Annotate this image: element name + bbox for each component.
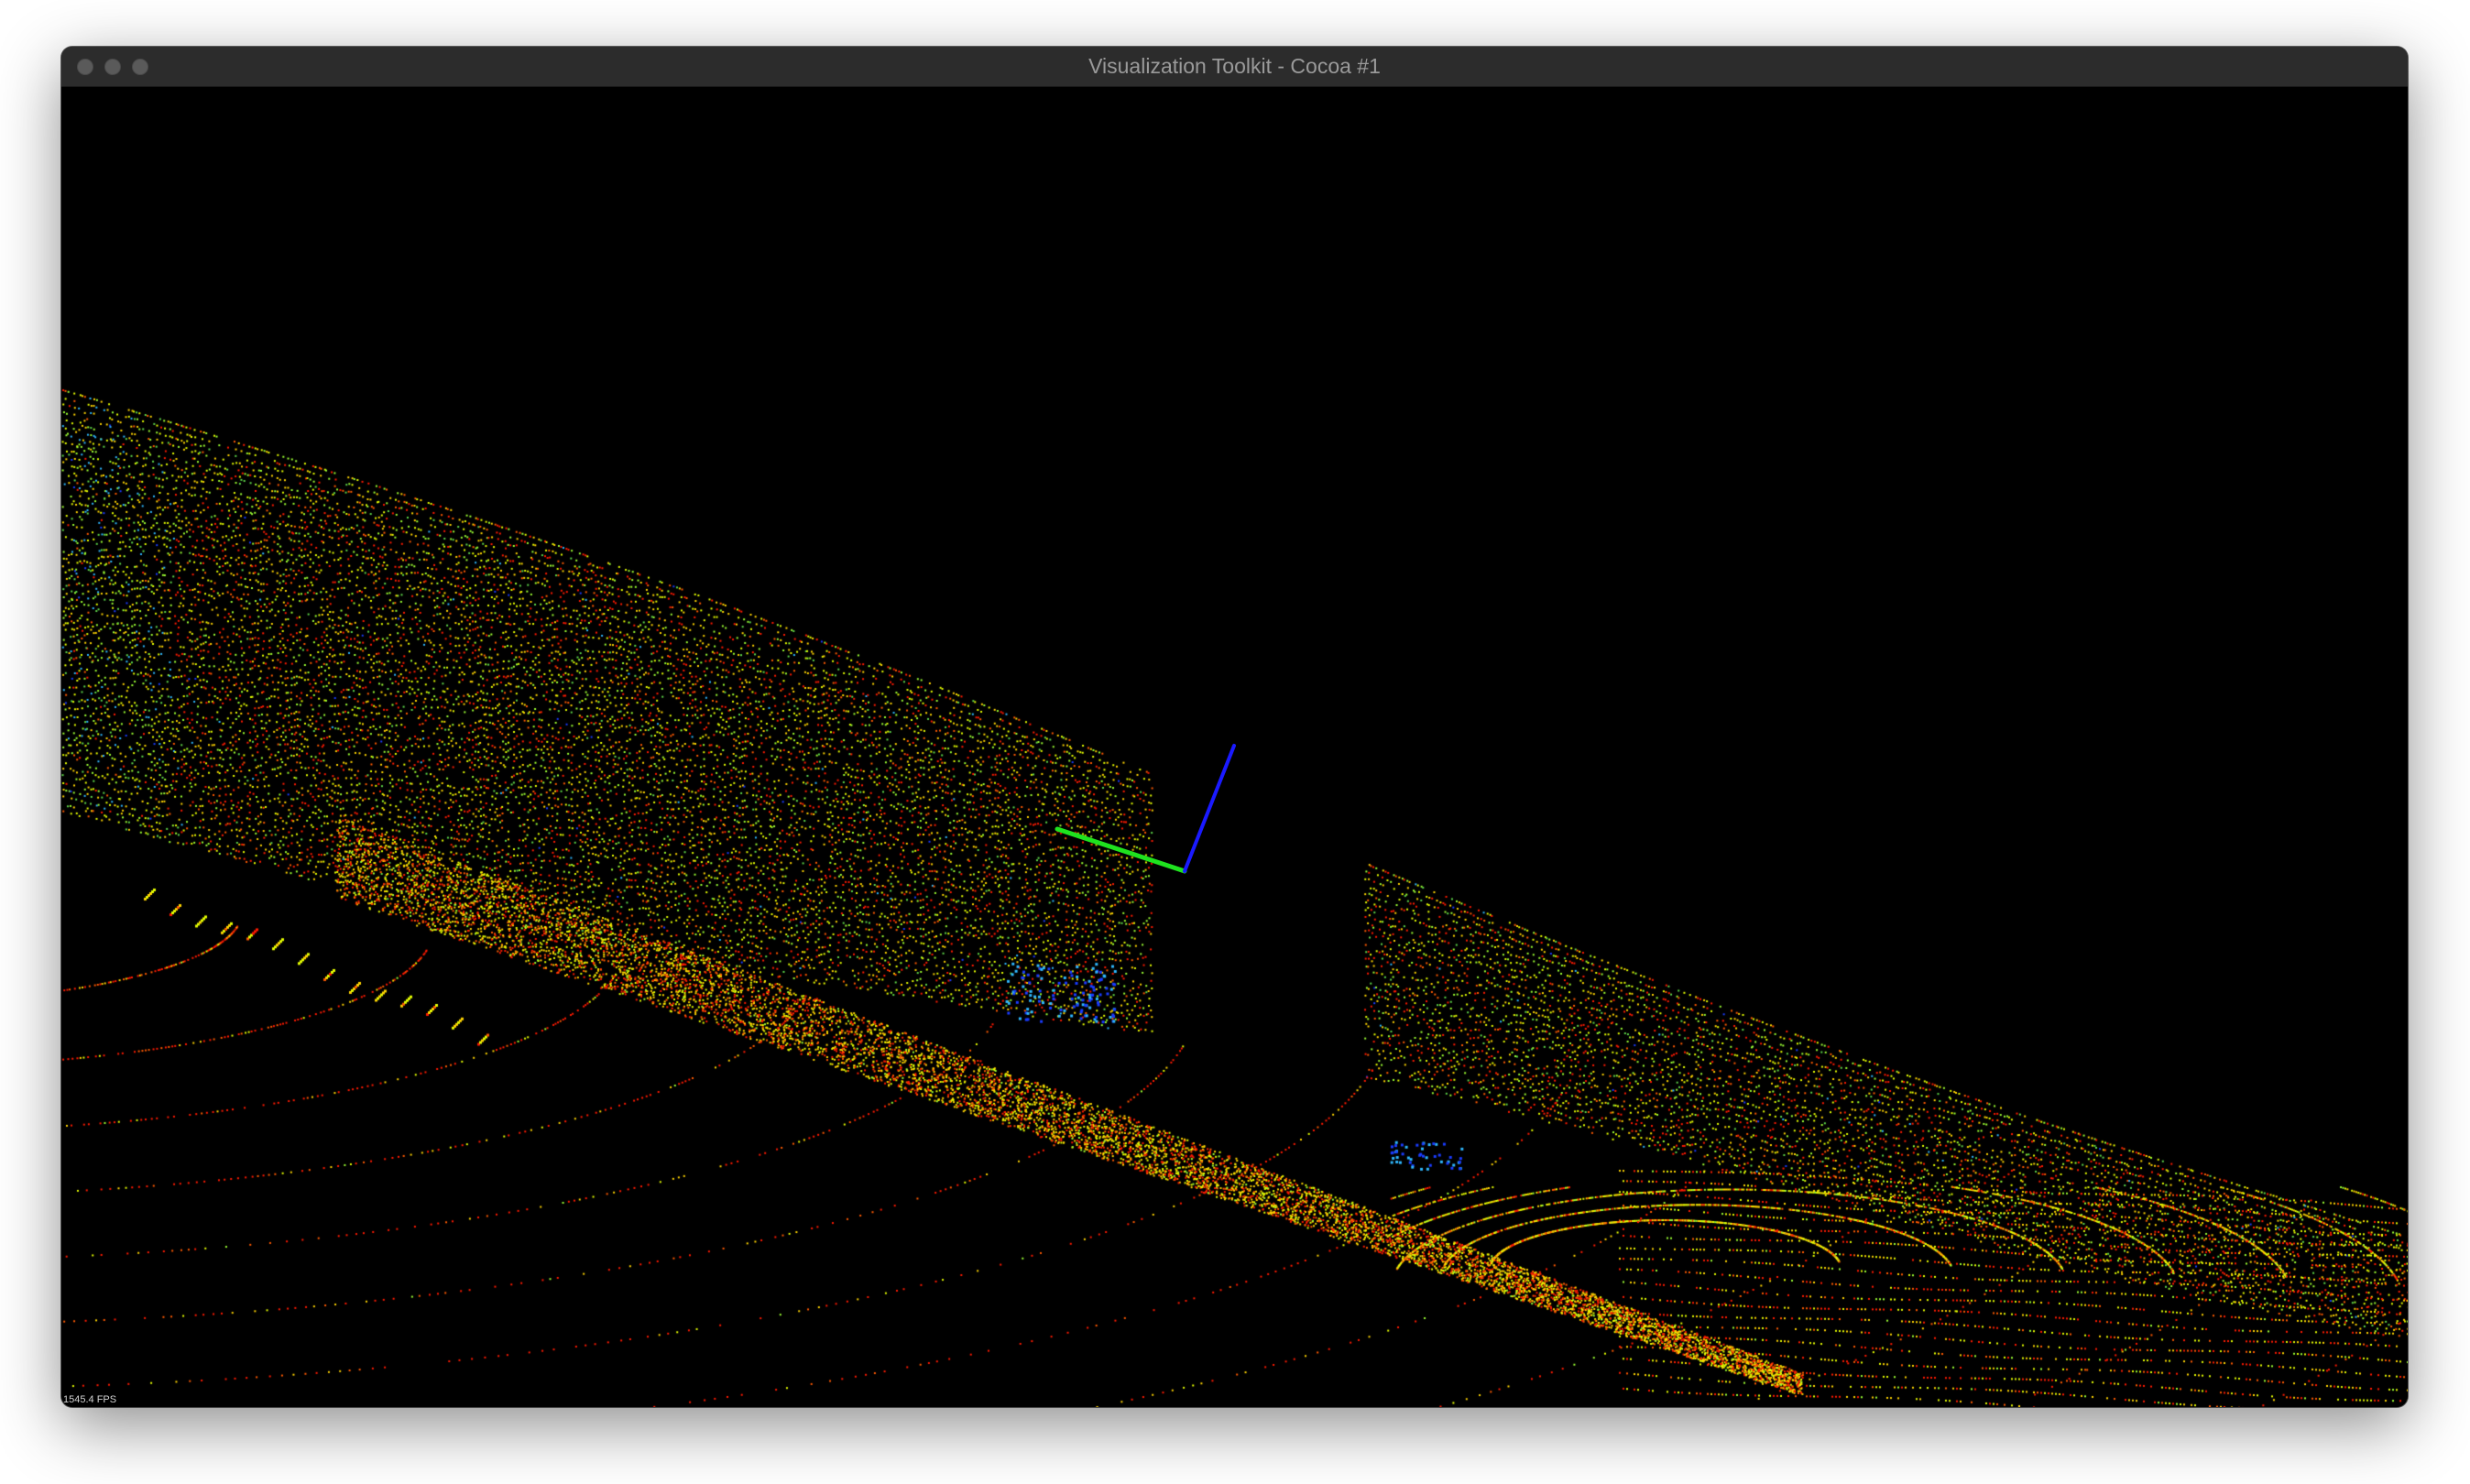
window-title: Visualization Toolkit - Cocoa #1 — [1088, 54, 1381, 78]
axes-widget — [1055, 744, 1236, 874]
fps-counter: 1545.4 FPS — [63, 1394, 117, 1405]
title-bar[interactable]: Visualization Toolkit - Cocoa #1 — [61, 47, 2408, 87]
z-axis-line — [1183, 744, 1236, 873]
vtk-window: Visualization Toolkit - Cocoa #1 1545.4 … — [61, 47, 2408, 1407]
render-viewport[interactable]: 1545.4 FPS — [61, 87, 2408, 1407]
x-axis-line — [1055, 826, 1187, 874]
